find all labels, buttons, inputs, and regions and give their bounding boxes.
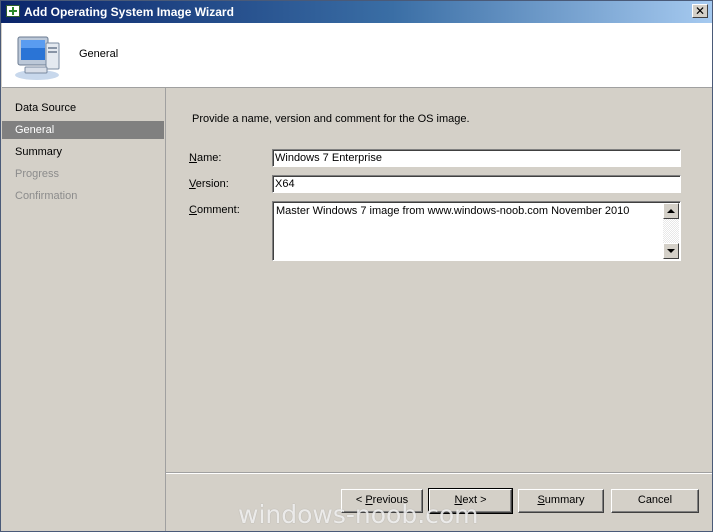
version-label: Version: — [189, 178, 229, 190]
wizard-content: Provide a name, version and comment for … — [166, 88, 712, 472]
sidebar-item-confirmation: Confirmation — [15, 190, 78, 202]
close-button[interactable]: ✕ — [692, 4, 708, 18]
summary-button[interactable]: Summary — [518, 489, 604, 513]
sidebar-item-general[interactable]: General — [2, 121, 164, 139]
scroll-down-button[interactable] — [663, 243, 679, 259]
wizard-app-icon — [6, 5, 20, 17]
name-field[interactable]: Windows 7 Enterprise — [272, 149, 681, 167]
comment-label: Comment: — [189, 204, 240, 216]
wizard-steps-sidebar: Data Source General Summary Progress Con… — [2, 88, 166, 531]
arrow-up-icon — [667, 209, 675, 213]
title-bar[interactable]: Add Operating System Image Wizard ✕ — [1, 1, 712, 23]
intro-text: Provide a name, version and comment for … — [192, 113, 470, 125]
footer-divider — [166, 472, 712, 474]
close-icon: ✕ — [694, 4, 706, 18]
sidebar-item-data-source[interactable]: Data Source — [2, 99, 164, 117]
page-heading: General — [79, 48, 119, 60]
wizard-window: Add Operating System Image Wizard ✕ Gene… — [0, 0, 713, 532]
version-field[interactable]: X64 — [272, 175, 681, 193]
computer-icon — [15, 36, 60, 80]
arrow-down-icon — [667, 249, 675, 253]
comment-field[interactable]: Master Windows 7 image from www.windows-… — [272, 201, 681, 261]
previous-button[interactable]: < Previous — [341, 489, 423, 513]
cancel-button[interactable]: Cancel — [611, 489, 699, 513]
next-button[interactable]: Next > — [428, 488, 513, 514]
comment-scrollbar[interactable] — [663, 203, 679, 259]
sidebar-item-progress: Progress — [15, 168, 60, 180]
name-label: Name: — [189, 152, 222, 164]
comment-text[interactable]: Master Windows 7 image from www.windows-… — [276, 205, 629, 217]
wizard-header: General — [2, 23, 712, 88]
window-title: Add Operating System Image Wizard — [24, 5, 234, 19]
scroll-up-button[interactable] — [663, 203, 679, 219]
sidebar-item-summary[interactable]: Summary — [2, 143, 164, 161]
